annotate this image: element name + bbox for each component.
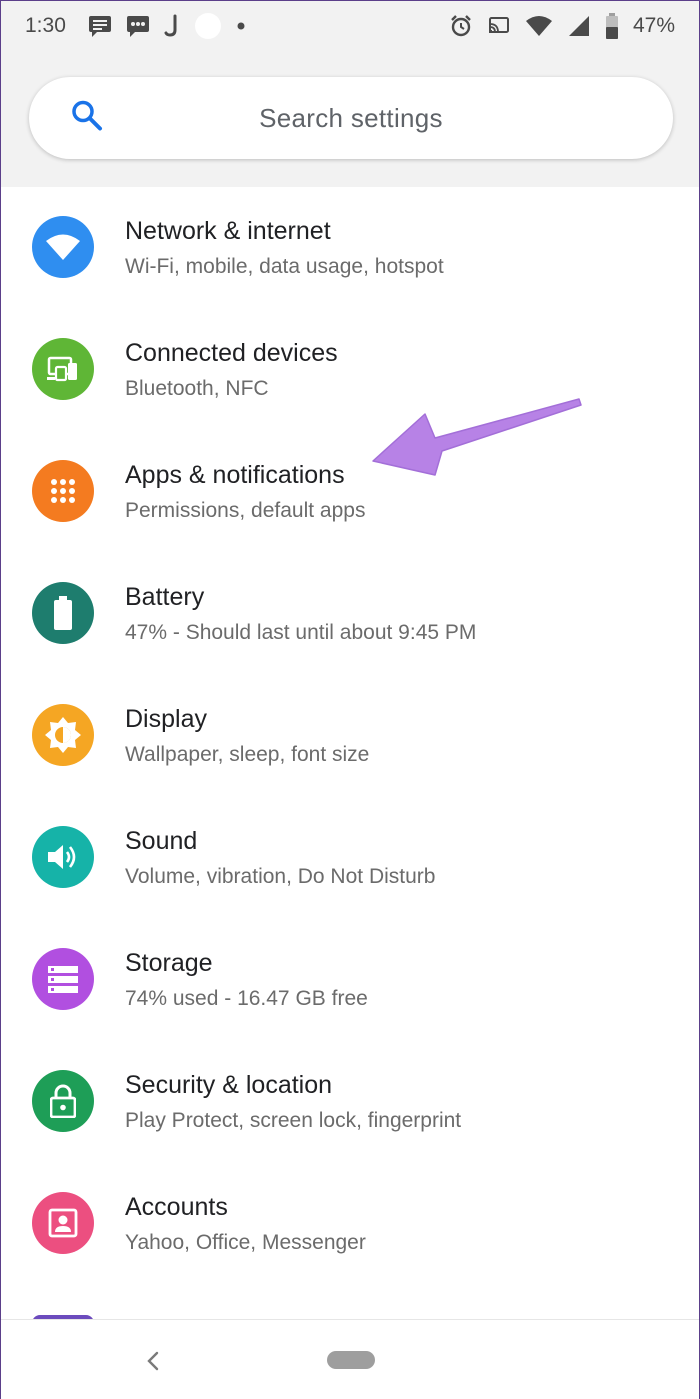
storage-icon	[32, 948, 94, 1010]
chat-icon	[126, 15, 150, 37]
item-subtitle: 74% used - 16.47 GB free	[125, 987, 368, 1010]
status-right: 47%	[449, 13, 699, 39]
item-title: Storage	[125, 949, 213, 977]
settings-item-storage[interactable]: Storage 74% used - 16.47 GB free	[1, 919, 699, 1041]
volume-icon	[32, 826, 94, 888]
account-icon	[32, 1192, 94, 1254]
search-header: Search settings	[1, 51, 699, 187]
wifi-icon	[32, 216, 94, 278]
settings-item-network[interactable]: Network & internet Wi-Fi, mobile, data u…	[1, 187, 699, 309]
search-icon	[70, 99, 104, 138]
apps-grid-icon	[32, 460, 94, 522]
item-title: Accounts	[125, 1193, 228, 1221]
status-bar: 1:30 47%	[1, 1, 699, 51]
item-subtitle: Permissions, default apps	[125, 499, 366, 522]
j-notification-icon	[164, 14, 180, 38]
item-subtitle: Play Protect, screen lock, fingerprint	[125, 1109, 462, 1132]
settings-item-display[interactable]: Display Wallpaper, sleep, font size	[1, 675, 699, 797]
item-title: Display	[125, 705, 207, 733]
back-icon[interactable]	[141, 1346, 165, 1376]
home-pill-button[interactable]	[327, 1351, 375, 1369]
item-subtitle: Wi-Fi, mobile, data usage, hotspot	[125, 255, 444, 278]
settings-item-security-location[interactable]: Security & location Play Protect, screen…	[1, 1041, 699, 1163]
lock-icon	[32, 1070, 94, 1132]
status-left: 1:30	[1, 12, 246, 40]
devices-icon	[32, 338, 94, 400]
item-title: Connected devices	[125, 339, 338, 367]
brightness-icon	[32, 704, 94, 766]
item-subtitle: Volume, vibration, Do Not Disturb	[125, 865, 436, 888]
settings-item-accounts[interactable]: Accounts Yahoo, Office, Messenger	[1, 1163, 699, 1285]
battery-percent: 47%	[632, 14, 675, 37]
search-bar[interactable]: Search settings	[29, 77, 673, 159]
signal-icon	[567, 14, 591, 38]
item-title: Apps & notifications	[125, 461, 345, 489]
circle-notification-icon	[194, 12, 222, 40]
cast-icon	[487, 15, 511, 37]
settings-item-battery[interactable]: Battery 47% - Should last until about 9:…	[1, 553, 699, 675]
item-title: Network & internet	[125, 217, 331, 245]
dot-icon	[236, 21, 246, 31]
wifi-icon	[525, 15, 553, 37]
item-title: Security & location	[125, 1071, 333, 1099]
navigation-bar	[1, 1319, 699, 1399]
item-title: Battery	[125, 583, 205, 611]
status-time: 1:30	[25, 14, 66, 37]
alarm-icon	[449, 14, 473, 38]
item-title: Sound	[125, 827, 198, 855]
item-subtitle: 47% - Should last until about 9:45 PM	[125, 621, 477, 644]
search-placeholder: Search settings	[259, 102, 443, 133]
settings-item-connected-devices[interactable]: Connected devices Bluetooth, NFC	[1, 309, 699, 431]
message-icon	[88, 15, 112, 37]
battery-icon	[32, 582, 94, 644]
item-subtitle: Yahoo, Office, Messenger	[125, 1231, 366, 1254]
battery-icon	[605, 13, 619, 39]
settings-item-sound[interactable]: Sound Volume, vibration, Do Not Disturb	[1, 797, 699, 919]
settings-item-apps-notifications[interactable]: Apps & notifications Permissions, defaul…	[1, 431, 699, 553]
item-subtitle: Wallpaper, sleep, font size	[125, 743, 370, 766]
item-subtitle: Bluetooth, NFC	[125, 377, 269, 400]
